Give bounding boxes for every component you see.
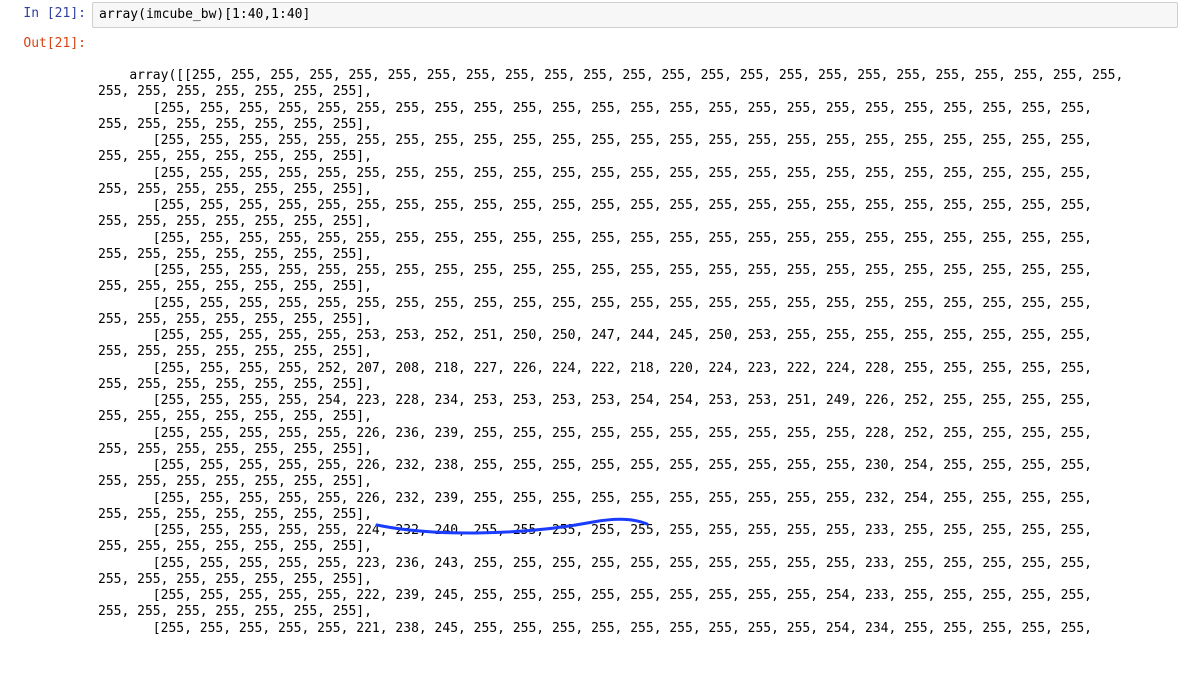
out-prompt: Out[21]:	[0, 32, 92, 52]
code-output: array([[255, 255, 255, 255, 255, 255, 25…	[92, 32, 1178, 674]
output-cell: Out[21]: array([[255, 255, 255, 255, 255…	[0, 30, 1178, 676]
input-cell: In [21]: array(imcube_bw)[1:40,1:40]	[0, 0, 1178, 30]
code-input[interactable]: array(imcube_bw)[1:40,1:40]	[92, 2, 1178, 28]
output-text: array([[255, 255, 255, 255, 255, 255, 25…	[98, 68, 1123, 636]
in-prompt: In [21]:	[0, 2, 92, 22]
